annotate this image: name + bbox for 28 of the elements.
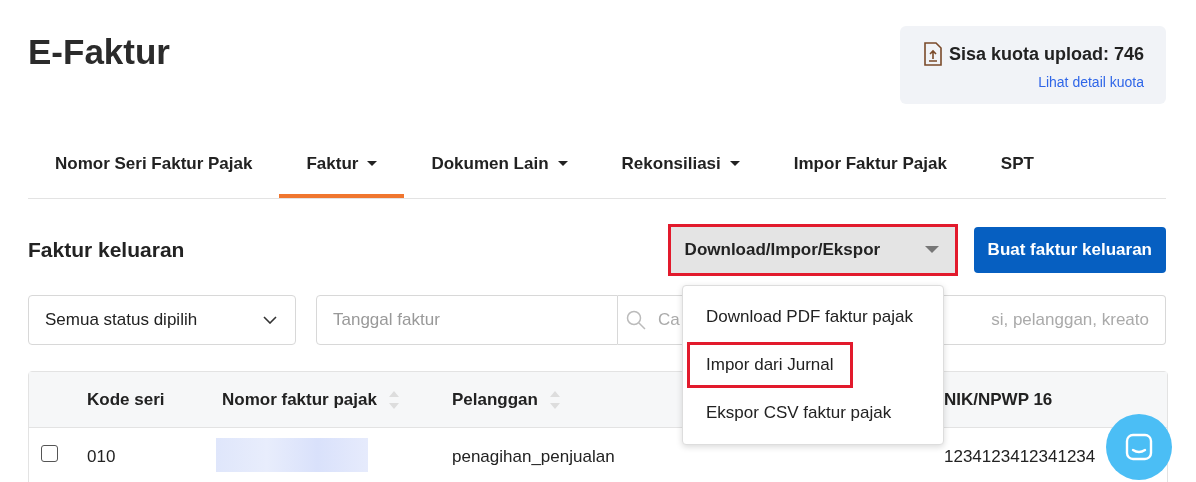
create-invoice-button[interactable]: Buat faktur keluaran (973, 227, 1166, 273)
chevron-down-icon (263, 316, 277, 324)
search-icon (626, 310, 646, 330)
date-field[interactable]: Tanggal faktur (316, 295, 618, 345)
quota-label: Sisa kuota upload: 746 (948, 43, 1144, 65)
nav-tab[interactable]: Rekonsiliasi (594, 130, 767, 198)
nav-tab[interactable]: Nomor Seri Faktur Pajak (28, 130, 280, 198)
quota-detail-link[interactable]: Lihat detail kuota (1038, 74, 1144, 90)
caret-icon (924, 246, 939, 254)
column-header: Kode seri (87, 389, 166, 410)
section-title: Faktur keluaran (28, 238, 185, 262)
table-cell: penagihan_penjualan (452, 447, 615, 466)
nav-tab[interactable]: Impor Faktur Pajak (766, 130, 974, 198)
page-title: E-Faktur (28, 32, 170, 72)
table-cell: 1234123412341234 (944, 447, 1096, 466)
menu-item[interactable]: Impor dari Jurnal (687, 342, 853, 388)
chat-icon (1124, 432, 1154, 462)
table-cell: 010 (87, 447, 116, 466)
download-import-export-button[interactable]: Download/Impor/Ekspor (667, 224, 958, 276)
row-checkbox[interactable] (41, 445, 58, 462)
menu-item[interactable]: Download PDF faktur pajak (687, 294, 932, 340)
nav-tab[interactable]: SPT (973, 130, 1061, 198)
column-header: Nomor faktur pajak (222, 388, 452, 411)
status-select[interactable]: Semua status dipilih (28, 295, 296, 345)
column-header: NIK/NPWP 16 (944, 389, 1054, 410)
nav-tab[interactable]: Faktur (279, 130, 405, 198)
file-upload-icon (922, 42, 943, 66)
nav-tab[interactable]: Dokumen Lain (404, 130, 595, 198)
